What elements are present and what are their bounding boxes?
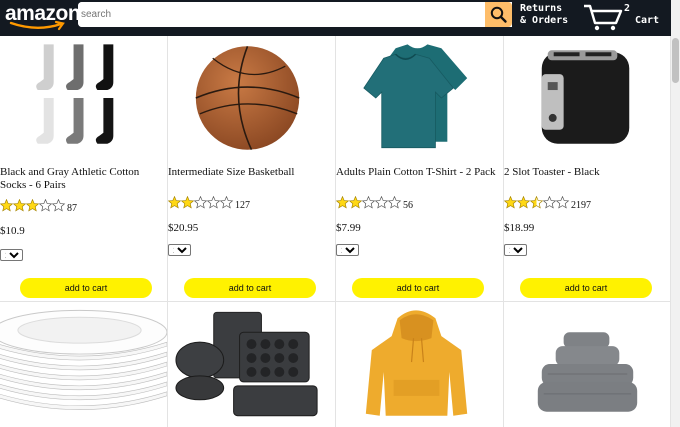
- product-rating: 56: [336, 196, 413, 211]
- product-price: $7.99: [336, 222, 361, 234]
- plates-image: [0, 309, 167, 411]
- product-card: Intermediate Size Basketball 127 $20.95 …: [168, 36, 336, 302]
- cart-label: Cart: [635, 15, 660, 26]
- product-title[interactable]: Adults Plain Cotton T-Shirt - 2 Pack: [336, 166, 502, 179]
- product-price: $10.9: [0, 225, 25, 237]
- cart-link[interactable]: 2 Cart: [582, 3, 662, 31]
- star-rating-icon: [0, 199, 66, 217]
- basketball-image: [195, 46, 300, 151]
- search-button[interactable]: [485, 2, 512, 27]
- product-card: [336, 302, 504, 427]
- rating-count[interactable]: 87: [67, 203, 77, 214]
- toaster-image: [541, 50, 630, 144]
- socks-image: [36, 44, 114, 144]
- scrollbar-thumb[interactable]: [672, 38, 679, 83]
- returns-label: Returns: [520, 3, 563, 14]
- add-to-cart-button[interactable]: add to cart: [352, 278, 484, 298]
- product-card: Black and Gray Athletic Cotton Socks - 6…: [0, 36, 168, 302]
- towels-image: [537, 332, 638, 412]
- rating-count[interactable]: 127: [235, 200, 250, 211]
- product-rating: 2197: [504, 196, 591, 211]
- search-icon: [490, 6, 507, 23]
- top-navigation-bar: amazon Returns & Orders 2 Cart: [0, 0, 671, 36]
- amazon-logo[interactable]: amazon: [5, 2, 81, 32]
- quantity-select[interactable]: 1: [336, 244, 359, 256]
- quantity-select[interactable]: 1: [168, 244, 191, 256]
- product-card: [168, 302, 336, 427]
- quantity-select[interactable]: 1: [504, 244, 527, 256]
- star-rating-icon: [504, 196, 570, 214]
- product-price: $18.99: [504, 222, 535, 234]
- quantity-select[interactable]: 1: [0, 249, 23, 261]
- search-input[interactable]: [78, 2, 482, 27]
- product-card: [504, 302, 671, 427]
- smile-arrow-icon: [9, 20, 65, 31]
- page-scrollbar[interactable]: [671, 0, 680, 427]
- add-to-cart-button[interactable]: add to cart: [520, 278, 652, 298]
- product-card: [0, 302, 168, 427]
- returns-orders-link[interactable]: Returns & Orders: [520, 3, 568, 27]
- cart-icon: [584, 4, 623, 31]
- product-rating: 127: [168, 196, 250, 211]
- orders-label: & Orders: [520, 15, 569, 26]
- bakeware-image: [175, 311, 318, 417]
- product-price: $20.95: [168, 222, 199, 234]
- product-rating: 87: [0, 199, 77, 214]
- tshirt-image: [363, 44, 468, 149]
- add-to-cart-button[interactable]: add to cart: [20, 278, 152, 298]
- product-title[interactable]: 2 Slot Toaster - Black: [504, 166, 670, 179]
- rating-count[interactable]: 2197: [571, 200, 591, 211]
- star-rating-icon: [168, 196, 234, 214]
- rating-count[interactable]: 56: [403, 200, 413, 211]
- add-to-cart-button[interactable]: add to cart: [184, 278, 316, 298]
- product-card: 2 Slot Toaster - Black 2197 $18.99 1 add…: [504, 36, 671, 302]
- cart-count: 2: [624, 3, 631, 14]
- product-card: Adults Plain Cotton T-Shirt - 2 Pack 56 …: [336, 36, 504, 302]
- product-title[interactable]: Intermediate Size Basketball: [168, 166, 334, 179]
- star-rating-icon: [336, 196, 402, 214]
- search-box: [78, 2, 512, 27]
- product-title[interactable]: Black and Gray Athletic Cotton Socks - 6…: [0, 166, 166, 192]
- product-grid: Black and Gray Athletic Cotton Socks - 6…: [0, 36, 671, 427]
- hoodie-image: [365, 310, 468, 416]
